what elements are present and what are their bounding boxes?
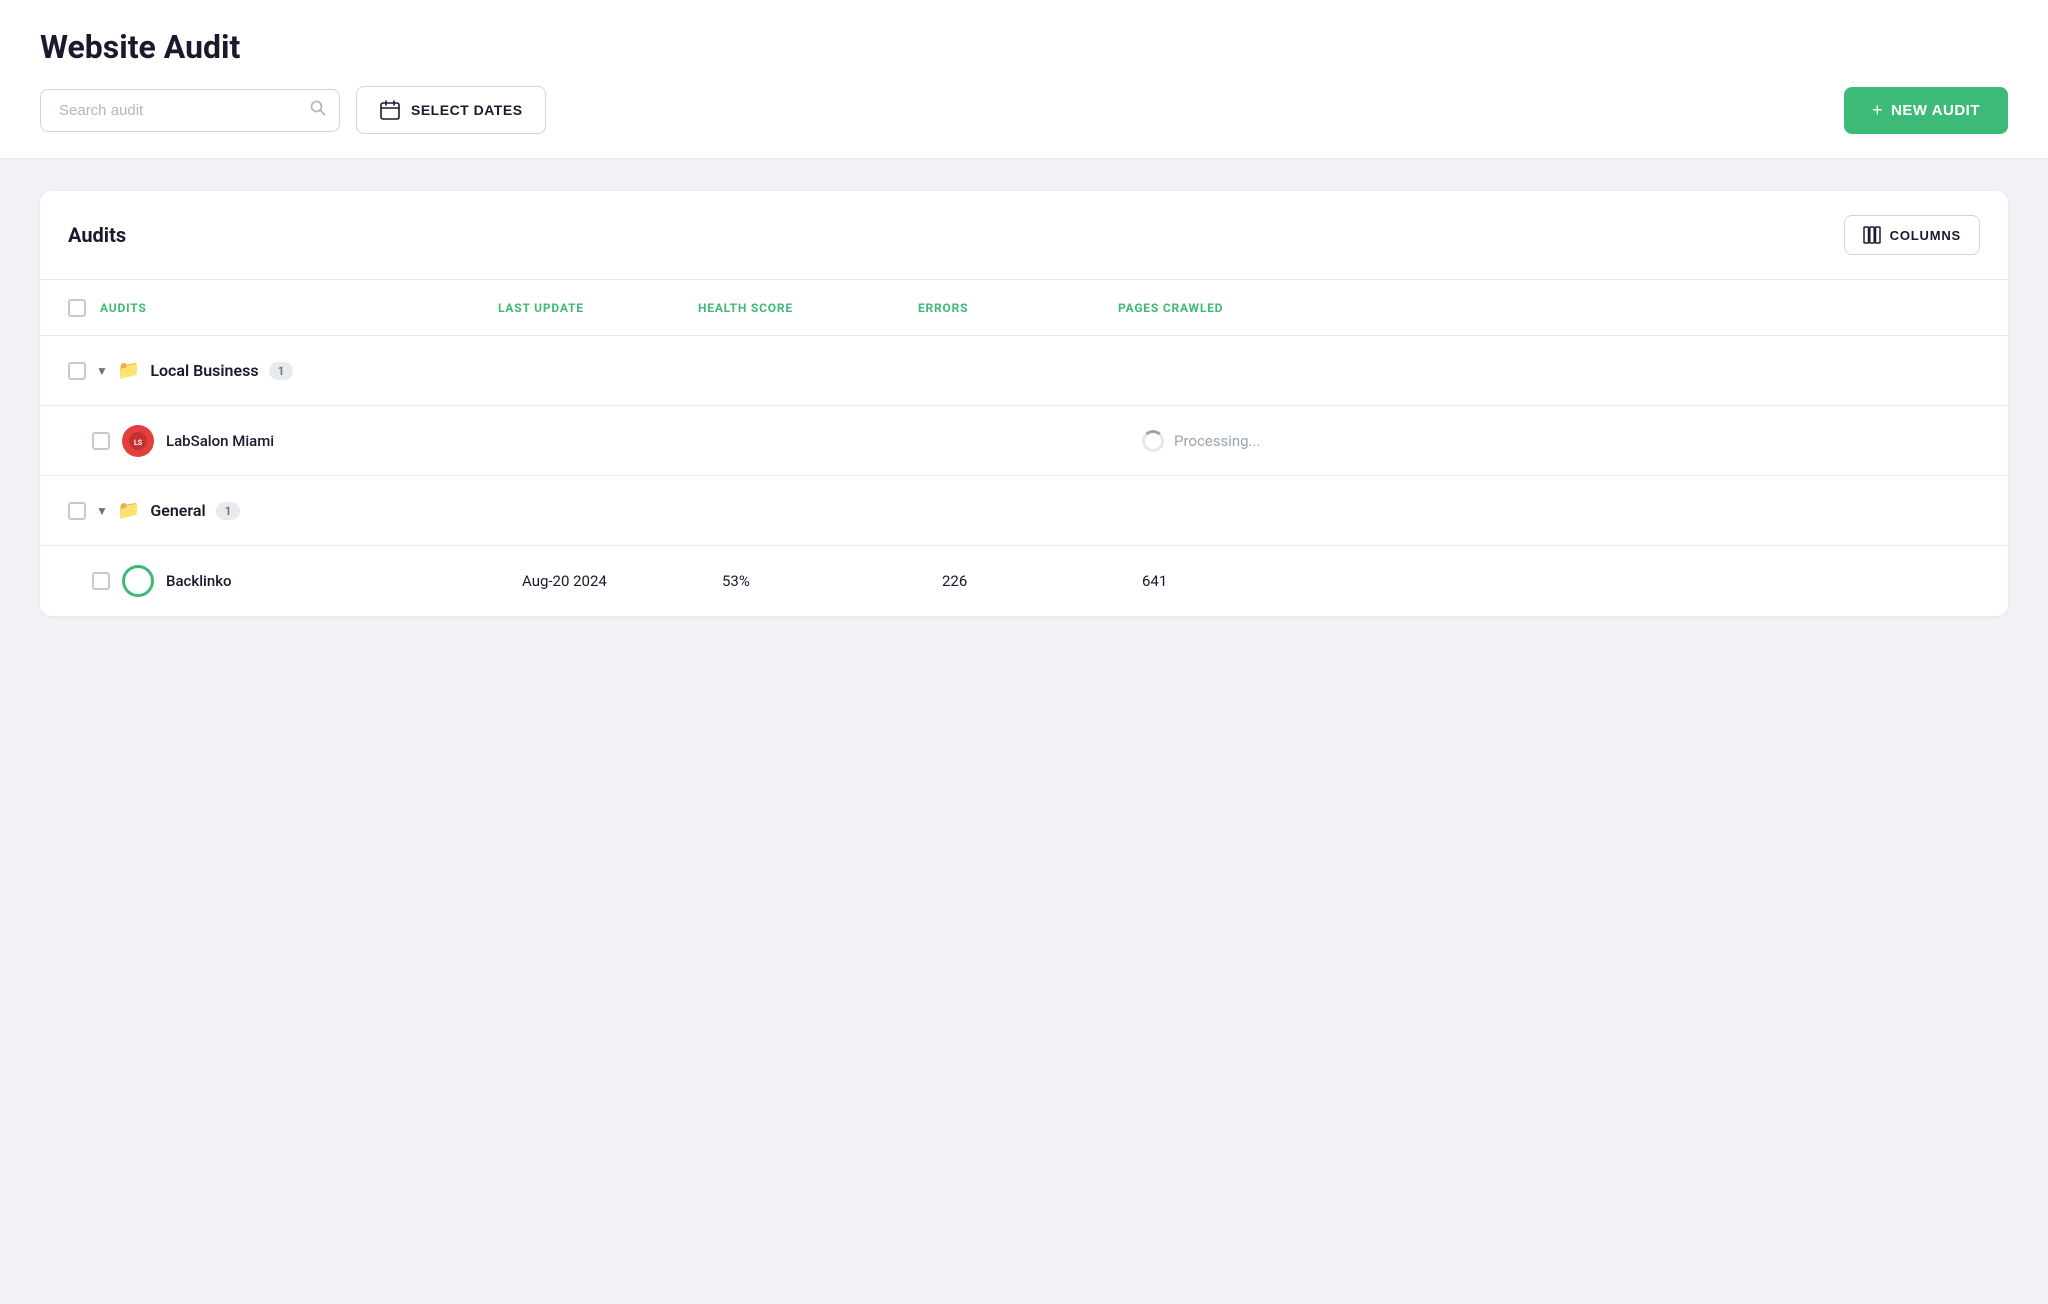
group-checkbox-local-business[interactable] (68, 362, 86, 380)
group-name-cell-general: ▼ 📁 General 1 (68, 500, 498, 521)
calendar-icon (379, 99, 401, 121)
select-all-checkbox[interactable] (68, 299, 86, 317)
columns-button-label: COLUMNS (1890, 228, 1961, 243)
date-picker-button[interactable]: SELECT DATES (356, 86, 546, 134)
main-content: Audits COLUMNS AUDITS LAST UPDATE HEALTH… (0, 159, 2048, 648)
toolbar: SELECT DATES + NEW AUDIT (40, 86, 2008, 134)
site-name-cell-labsalon: LS LabSalon Miami (92, 425, 522, 457)
group-name-cell: ▼ 📁 Local Business 1 (68, 360, 498, 381)
search-input[interactable] (40, 89, 340, 132)
site-row-labsalon-miami: LS LabSalon Miami Processing... (40, 406, 2008, 476)
site-avatar-backlinko (122, 565, 154, 597)
search-wrapper (40, 89, 340, 132)
site-checkbox-labsalon[interactable] (92, 432, 110, 450)
table-header: AUDITS LAST UPDATE HEALTH SCORE ERRORS P… (40, 280, 2008, 336)
search-icon (310, 100, 326, 120)
audits-section-title: Audits (68, 223, 126, 247)
col-pages-crawled: PAGES CRAWLED (1118, 301, 1980, 315)
col-health-score: HEALTH SCORE (698, 301, 918, 315)
col-audits: AUDITS (100, 301, 147, 315)
group-row-general: ▼ 📁 General 1 (40, 476, 2008, 546)
backlinko-health-score: 53% (722, 572, 942, 590)
group-row-local-business: ▼ 📁 Local Business 1 (40, 336, 2008, 406)
top-bar: Website Audit SELECT DATES + NEW AUDIT (0, 0, 2048, 159)
group-count-general: 1 (216, 502, 241, 520)
chevron-down-icon-general[interactable]: ▼ (96, 504, 108, 518)
chevron-down-icon[interactable]: ▼ (96, 364, 108, 378)
new-audit-label: NEW AUDIT (1891, 102, 1980, 119)
col-last-update: LAST UPDATE (498, 301, 698, 315)
plus-icon: + (1872, 100, 1883, 121)
processing-cell-labsalon: Processing... (1142, 430, 1980, 452)
columns-button[interactable]: COLUMNS (1844, 215, 1980, 255)
card-header: Audits COLUMNS (40, 191, 2008, 280)
group-count-local-business: 1 (269, 362, 294, 380)
site-name-labsalon: LabSalon Miami (166, 432, 274, 450)
site-name-backlinko: Backlinko (166, 572, 232, 590)
processing-label: Processing... (1174, 432, 1260, 450)
svg-text:LS: LS (134, 439, 143, 447)
date-picker-label: SELECT DATES (411, 102, 523, 118)
backlinko-errors: 226 (942, 572, 1142, 590)
site-checkbox-backlinko[interactable] (92, 572, 110, 590)
header-check-cell: AUDITS (68, 299, 498, 317)
group-label-local-business: Local Business (150, 361, 258, 380)
page-title: Website Audit (40, 28, 2008, 66)
audits-card: Audits COLUMNS AUDITS LAST UPDATE HEALTH… (40, 191, 2008, 616)
site-avatar-labsalon: LS (122, 425, 154, 457)
new-audit-button[interactable]: + NEW AUDIT (1844, 87, 2008, 134)
spinner-icon (1142, 430, 1164, 452)
group-checkbox-general[interactable] (68, 502, 86, 520)
folder-icon: 📁 (118, 360, 140, 381)
backlinko-last-update: Aug-20 2024 (522, 572, 722, 590)
columns-icon (1863, 226, 1881, 244)
site-row-backlinko: Backlinko Aug-20 2024 53% 226 641 (40, 546, 2008, 616)
group-label-general: General (150, 501, 205, 520)
site-name-cell-backlinko: Backlinko (92, 565, 522, 597)
col-errors: ERRORS (918, 301, 1118, 315)
folder-icon-general: 📁 (118, 500, 140, 521)
backlinko-pages-crawled: 641 (1142, 572, 1980, 590)
